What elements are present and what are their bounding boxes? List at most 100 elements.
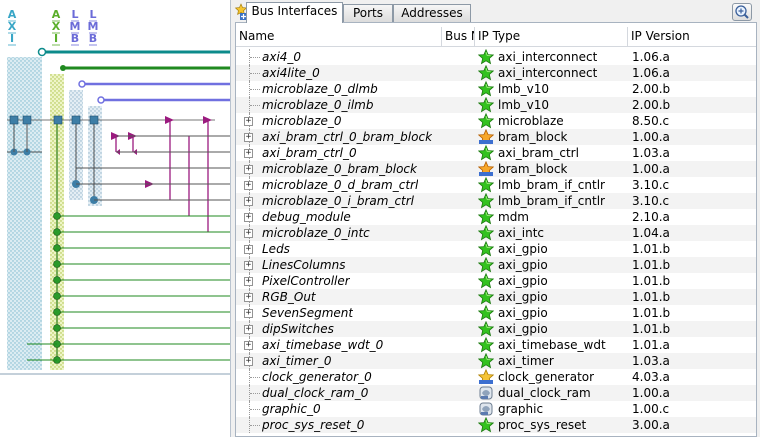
row-ip-version: 1.01.b [632,274,671,288]
column-header-bus[interactable]: Bus N [442,27,475,46]
tree-connector [250,393,260,395]
bus-connector[interactable] [71,115,81,125]
expand-icon[interactable]: + [244,149,253,158]
bus-connector[interactable] [22,115,32,125]
green-star-icon [478,49,494,65]
row-ip-version: 1.00.a [632,130,670,144]
row-ip-type: microblaze [498,114,564,128]
expand-icon[interactable]: + [244,261,253,270]
tab-ports[interactable]: Ports [343,4,393,22]
peripheral-connector-node[interactable] [53,292,61,300]
row-ip-type: dual_clock_ram [498,386,591,400]
table-row[interactable]: graphic_0 graphic 1.00.c [236,401,756,417]
row-ip-version: 1.00.a [632,162,670,176]
tab-bar: Bus Interfaces Ports Addresses [231,0,760,23]
bram-block-icon [478,129,494,145]
table-row[interactable]: + axi_timer_0 axi_timer 1.03.a [236,353,756,369]
row-ip-type: axi_interconnect [498,50,598,64]
row-ip-type: lmb_bram_if_cntlr [498,178,605,192]
table-row[interactable]: + microblaze_0_bram_block bram_block 1.00.a [236,161,756,177]
peripheral-connector-node[interactable] [53,260,61,268]
table-row[interactable]: + microblaze_0 microblaze 8.50.c [236,113,756,129]
row-name: microblaze_0_ilmb [262,98,374,112]
expand-icon[interactable]: + [244,325,253,334]
table-row[interactable]: + debug_module mdm 2.10.a [236,209,756,225]
row-ip-type: axi_timer [498,354,554,368]
table-row[interactable]: + RGB_Out axi_gpio 1.01.b [236,289,756,305]
table-row[interactable]: + axi_bram_ctrl_0_bram_block bram_block 1.0… [236,129,756,145]
table-row[interactable]: dual_clock_ram_0 dual_clock_ram 1.00.a [236,385,756,401]
column-header-ip-type[interactable]: IP Type [475,27,628,46]
row-ip-type: graphic [498,402,544,416]
expand-icon[interactable]: + [244,181,253,190]
table-row[interactable]: + PixelController axi_gpio 1.01.b [236,273,756,289]
table-row[interactable]: + microblaze_0_d_bram_ctrl lmb_bram_if_cnt… [236,177,756,193]
table-row[interactable]: axi4lite_0 axi_interconnect 1.06.a [236,65,756,81]
zoom-button[interactable] [732,3,752,21]
expand-icon[interactable]: + [244,197,253,206]
bus-connectivity-panel[interactable]: AXIAXILMBLMB [0,0,231,437]
row-name: dipSwitches [262,322,334,336]
row-name: microblaze_0_i_bram_ctrl [262,194,415,208]
tab-addresses[interactable]: Addresses [393,4,471,22]
bus-connector[interactable] [9,115,19,125]
table-row[interactable]: microblaze_0_ilmb lmb_v10 2.00.b [236,97,756,113]
table-row[interactable]: microblaze_0_dlmb lmb_v10 2.00.b [236,81,756,97]
expand-icon[interactable]: + [244,277,253,286]
row-name: SevenSegment [262,306,354,320]
row-ip-version: 1.01.b [632,306,671,320]
tree-connector [250,105,260,107]
peripheral-connector-node[interactable] [53,324,61,332]
green-star-icon [478,257,494,273]
row-ip-version: 1.00.c [632,402,670,416]
tree-connector [250,377,260,379]
table-row[interactable]: + dipSwitches axi_gpio 1.01.b [236,321,756,337]
table-row[interactable]: + microblaze_0_i_bram_ctrl lmb_bram_if_cnt… [236,193,756,209]
axi-bus-column[interactable] [7,57,42,370]
peripheral-connector-node[interactable] [53,308,61,316]
table-row[interactable]: + microblaze_0_intc axi_intc 1.04.a [236,225,756,241]
expand-icon[interactable]: + [244,133,253,142]
row-ip-version: 1.01.b [632,290,671,304]
table-row[interactable]: + axi_timebase_wdt_0 axi_timebase_wdt 1.01.… [236,337,756,353]
expand-icon[interactable]: + [244,117,253,126]
expand-icon[interactable]: + [244,341,253,350]
row-ip-type: axi_timebase_wdt [498,338,606,352]
table-row[interactable]: + axi_bram_ctrl_0 axi_bram_ctrl 1.03.a [236,145,756,161]
row-name: microblaze_0_bram_block [262,162,417,176]
row-ip-version: 3.00.a [632,418,670,432]
expand-icon[interactable]: + [244,229,253,238]
expand-icon[interactable]: + [244,245,253,254]
bus-diagram[interactable]: AXIAXILMBLMB [0,0,230,437]
expand-icon[interactable]: + [244,293,253,302]
table-row[interactable]: + Leds axi_gpio 1.01.b [236,241,756,257]
table-row[interactable]: clock_generator_0 clock_generator 4.03.a [236,369,756,385]
peripheral-connector-node[interactable] [53,228,61,236]
row-ip-version: 1.01.a [632,338,670,352]
column-header-name[interactable]: Name [236,27,442,46]
row-ip-version: 1.01.b [632,322,671,336]
row-name: microblaze_0 [262,114,342,128]
tab-bus-interfaces[interactable]: Bus Interfaces [246,2,343,23]
expand-icon[interactable]: + [244,213,253,222]
row-name: microblaze_0_dlmb [262,82,378,96]
table-row[interactable]: + LinesColumns axi_gpio 1.01.b [236,257,756,273]
column-header-ip-version[interactable]: IP Version [628,27,756,46]
peripheral-connector-node[interactable] [53,212,61,220]
row-name: axi_timer_0 [262,354,332,368]
bus-connector[interactable] [89,115,99,125]
peripheral-connector-node[interactable] [53,244,61,252]
expand-icon[interactable]: + [244,357,253,366]
table-row[interactable]: axi4_0 axi_interconnect 1.06.a [236,49,756,65]
table-row[interactable]: + SevenSegment axi_gpio 1.01.b [236,305,756,321]
table-header: Name Bus N IP Type IP Version [236,27,756,47]
green-star-icon [478,305,494,321]
bus-connector[interactable] [53,115,63,125]
expand-icon[interactable]: + [244,309,253,318]
expand-icon[interactable]: + [244,165,253,174]
table-row[interactable]: proc_sys_reset_0 proc_sys_reset 3.00.a [236,417,756,433]
custom-ip-icon [478,385,494,401]
peripheral-connector-node[interactable] [53,276,61,284]
row-ip-version: 2.00.b [632,98,671,112]
row-ip-version: 8.50.c [632,114,670,128]
